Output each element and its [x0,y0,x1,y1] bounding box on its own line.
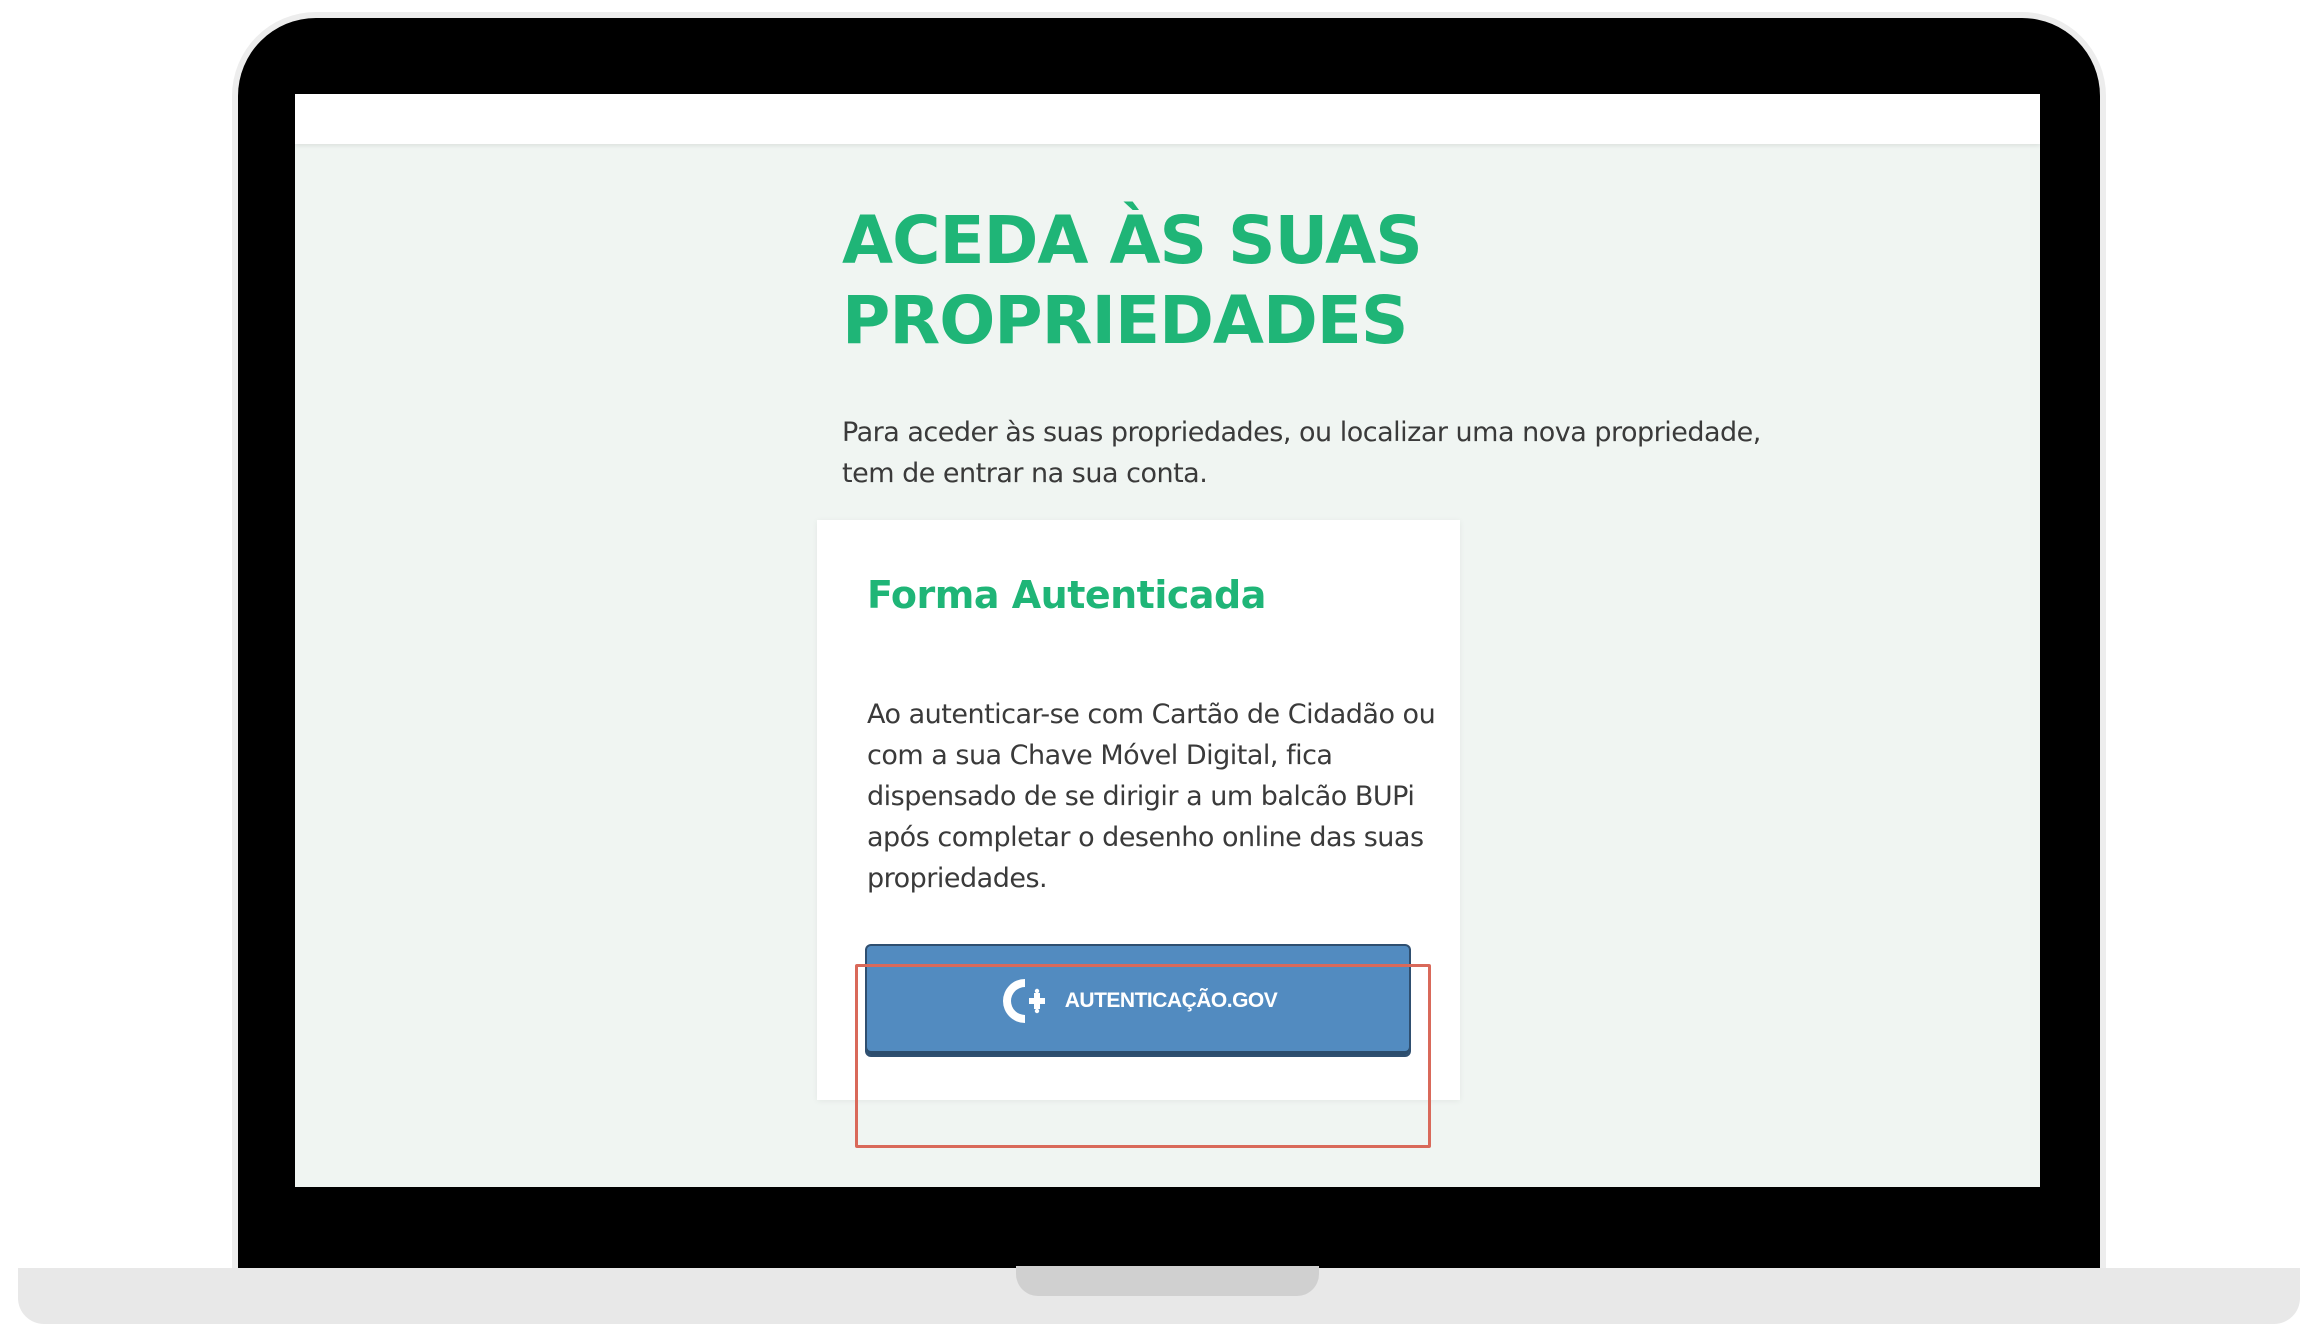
intro-text: Para aceder às suas propriedades, ou loc… [842,417,1761,489]
laptop-mockup: ACEDA ÀS SUAS PROPRIEDADES Para aceder à… [0,0,2300,1324]
card-description: Ao autenticar-se com Cartão de Cidadão o… [867,699,1436,894]
page-title: ACEDA ÀS SUAS PROPRIEDADES [842,202,1423,359]
autenticacao-gov-logo-icon [999,973,1051,1029]
autenticacao-gov-button[interactable]: AUTENTICAÇÃO.GOV [867,946,1409,1055]
laptop-base-notch [1016,1266,1319,1296]
browser-viewport: ACEDA ÀS SUAS PROPRIEDADES Para aceder à… [295,94,2040,1187]
authenticated-login-card: Forma Autenticada Ao autenticar-se com C… [817,520,1460,1100]
site-header-bar [295,94,2040,144]
autenticacao-gov-button-label: AUTENTICAÇÃO.GOV [1064,988,1278,1012]
card-title: Forma Autenticada [867,573,1266,617]
